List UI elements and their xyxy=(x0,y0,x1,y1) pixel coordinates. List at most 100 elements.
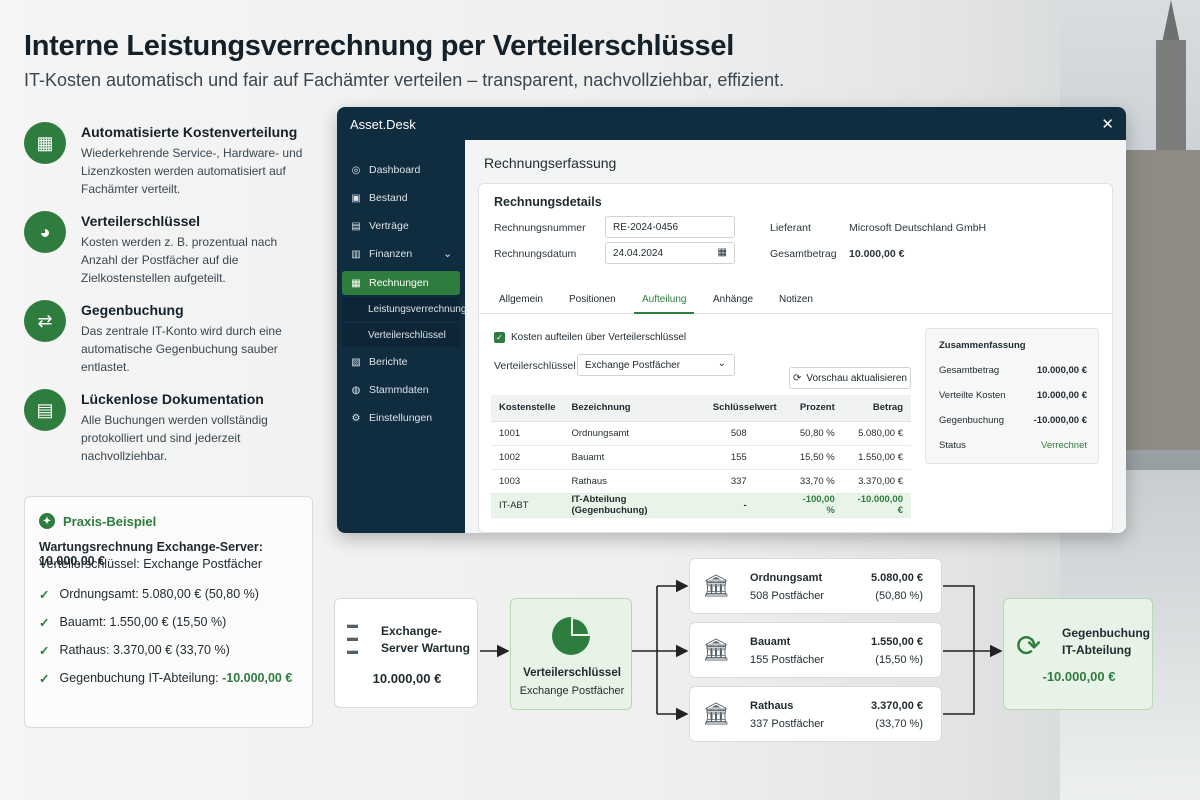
list-item: ✓ Ordnungsamt: 5.080,00 € (50,80 %) xyxy=(39,587,259,602)
calculator-icon: ▦ xyxy=(24,122,66,164)
checkbox-checked-icon[interactable]: ✓ xyxy=(494,332,505,343)
sidebar-item-finanzen[interactable]: ▥ Finanzen ⌄ xyxy=(342,242,460,266)
finance-icon: ▥ xyxy=(351,248,361,260)
building-icon: 🏛 xyxy=(702,637,730,662)
check-icon: ✓ xyxy=(39,616,50,630)
sidebar-item-bestand[interactable]: ▣ Bestand xyxy=(342,186,460,210)
flow-destination-amount: -10.000,00 € xyxy=(1042,669,1116,684)
summary-row: Gesamtbetrag 10.000,00 € xyxy=(939,365,1087,376)
sidebar-item-stammdaten[interactable]: ◍ Stammdaten xyxy=(342,378,460,402)
feature-automation: ▦ Automatisierte Kostenverteilung Wieder… xyxy=(24,122,314,202)
inventory-icon: ▣ xyxy=(351,192,361,204)
summary-row: Verteilte Kosten 10.000,00 € xyxy=(939,390,1087,401)
flow-key-title: Verteilerschlüssel xyxy=(523,667,621,679)
sidebar-subitem-leistungsverrechnung[interactable]: Leistungsverrechnung xyxy=(342,297,466,321)
list-item: ✓ Bauamt: 1.550,00 € (15,50 %) xyxy=(39,615,227,630)
flow-source-title: Exchange-Server Wartung xyxy=(381,624,470,655)
label-invoice-number: Rechnungsnummer xyxy=(494,222,586,234)
flow-source-amount: 10.000,00 € xyxy=(372,671,442,686)
total-value: 10.000,00 € xyxy=(849,248,905,260)
example-heading: Praxis-Beispiel xyxy=(63,513,157,529)
calendar-icon[interactable]: ▦ xyxy=(718,247,727,258)
report-icon: ▧ xyxy=(351,356,361,368)
example-line: Verteilerschlüssel: Exchange Postfächer xyxy=(39,557,263,571)
summary-title: Zusammenfassung xyxy=(939,340,1026,351)
label-supplier: Lieferant xyxy=(770,222,811,234)
table-row[interactable]: 1003 Rathaus 337 33,70 % 3.370,00 € xyxy=(491,469,911,494)
pie-chart-icon xyxy=(552,617,590,655)
swap-arrows-icon: ⇄ xyxy=(24,300,66,342)
title-bar: Asset.Desk ✕ xyxy=(337,107,1126,140)
building-icon: 🏛 xyxy=(702,573,730,598)
sidebar-item-berichte[interactable]: ▧ Berichte xyxy=(342,350,460,374)
allocation-table: Kostenstelle Bezeichnung Schlüsselwert P… xyxy=(491,395,911,518)
app-window: Asset.Desk ✕ ◎ Dashboard ▣ Bestand ▤ Verträ… xyxy=(337,107,1126,533)
feature-desc: Wiederkehrende Service-, Hardware- und L… xyxy=(81,146,303,196)
summary-panel: Zusammenfassung Gesamtbetrag 10.000,00 € … xyxy=(925,328,1099,464)
label-key: Verteilerschlüssel xyxy=(494,360,576,372)
key-select[interactable]: Exchange Postfächer ⌄ xyxy=(577,354,735,376)
sidebar-subitem-verteilerschluessel[interactable]: Verteilerschlüssel xyxy=(342,323,460,347)
sidebar-item-vertraege[interactable]: ▤ Verträge xyxy=(342,214,460,238)
column-header: Bezeichnung xyxy=(563,395,705,422)
dashboard-icon: ◎ xyxy=(351,164,361,176)
table-row-counter-booking[interactable]: IT-ABT IT-Abteilung (Gegenbuchung) - -100,0… xyxy=(491,493,911,518)
feature-title: Verteilerschlüssel xyxy=(81,213,201,229)
check-icon: ✓ xyxy=(39,644,50,658)
feature-desc: Das zentrale IT-Konto wird durch eine au… xyxy=(81,324,282,374)
flow-key-sub: Exchange Postfächer xyxy=(519,685,625,697)
flow-target-rathaus: 🏛 Rathaus 337 Postfächer 3.370,00 € (33,… xyxy=(689,686,942,742)
summary-row: Status Verrechnet xyxy=(939,440,1087,451)
page-subtitle: IT-Kosten automatisch und fair auf Fachä… xyxy=(24,70,785,90)
invoice-date-field[interactable]: 24.04.2024 ▦ xyxy=(605,242,735,264)
column-header: Prozent xyxy=(784,395,843,422)
sidebar-item-einstellungen[interactable]: ⚙ Einstellungen xyxy=(342,406,460,430)
table-row[interactable]: 1002 Bauamt 155 15,50 % 1.550,00 € xyxy=(491,445,911,470)
server-icon: ▬ ▬ ▬ xyxy=(347,619,358,657)
sidebar-item-dashboard[interactable]: ◎ Dashboard xyxy=(342,158,460,182)
feature-title: Gegenbuchung xyxy=(81,302,184,318)
badge-icon: ✦ xyxy=(39,513,55,529)
feature-counter-booking: ⇄ Gegenbuchung Das zentrale IT-Konto wir… xyxy=(24,300,314,380)
feature-documentation: ▤ Lückenlose Dokumentation Alle Buchunge… xyxy=(24,389,314,469)
sidebar: ◎ Dashboard ▣ Bestand ▤ Verträge ▥ Finanzen ⌄… xyxy=(337,140,466,533)
flow-target-bauamt: 🏛 Bauamt 155 Postfächer 1.550,00 € (15,5… xyxy=(689,622,942,678)
refresh-preview-button[interactable]: ⟳ Vorschau aktualisieren xyxy=(789,367,911,389)
flow-source-box: ▬ ▬ ▬ Exchange-Server Wartung 10.000,00 € xyxy=(334,598,478,708)
tab-aufteilung[interactable]: Aufteilung xyxy=(634,294,695,314)
page-title: Interne Leistungsverrechnung per Verteil… xyxy=(24,30,734,62)
column-header: Kostenstelle xyxy=(491,395,564,422)
invoice-number-field[interactable]: RE-2024-0456 xyxy=(605,216,735,238)
card-title: Rechnungsdetails xyxy=(494,195,602,209)
summary-row: Gegenbuchung -10.000,00 € xyxy=(939,415,1087,426)
pie-chart-icon: ◕ xyxy=(24,211,66,253)
close-icon[interactable]: ✕ xyxy=(1101,115,1114,133)
list-item: ✓ Gegenbuchung IT-Abteilung: -10.000,00 € xyxy=(39,671,293,686)
tab-anhaenge[interactable]: Anhänge xyxy=(713,294,753,305)
feature-key: ◕ Verteilerschlüssel Kosten werden z. B.… xyxy=(24,211,314,291)
refresh-icon: ⟳ xyxy=(792,372,802,384)
chevron-down-icon: ⌄ xyxy=(717,358,726,369)
split-checkbox[interactable]: ✓ Kosten aufteilen über Verteilerschlüsse… xyxy=(494,332,686,343)
invoice-card: Rechnungsdetails Rechnungsnummer RE-2024… xyxy=(478,183,1113,533)
status-badge: Verrechnet xyxy=(1041,440,1087,451)
feature-desc: Kosten werden z. B. prozentual nach Anza… xyxy=(81,235,278,285)
check-icon: ✓ xyxy=(39,672,50,686)
tab-notizen[interactable]: Notizen xyxy=(779,294,813,305)
supplier-value: Microsoft Deutschland GmbH xyxy=(849,222,987,234)
content-title: Rechnungserfassung xyxy=(484,155,617,171)
table-row[interactable]: 1001 Ordnungsamt 508 50,80 % 5.080,00 € xyxy=(491,421,911,446)
label-invoice-date: Rechnungsdatum xyxy=(494,248,577,260)
tab-allgemein[interactable]: Allgemein xyxy=(499,294,543,305)
invoice-icon: ▦ xyxy=(351,277,361,289)
tab-bar: Allgemein Positionen Aufteilung Anhänge … xyxy=(479,287,1112,314)
check-icon: ✓ xyxy=(39,588,50,602)
database-icon: ◍ xyxy=(351,384,361,396)
gear-icon: ⚙ xyxy=(351,412,361,424)
sidebar-item-rechnungen[interactable]: ▦ Rechnungen xyxy=(342,271,460,295)
chevron-down-icon: ⌄ xyxy=(443,248,452,260)
practice-example: ✦ Praxis-Beispiel Wartungsrechnung Exchan… xyxy=(24,496,313,728)
feature-title: Automatisierte Kostenverteilung xyxy=(81,124,298,140)
tab-positionen[interactable]: Positionen xyxy=(569,294,616,305)
app-name: Asset.Desk xyxy=(350,117,416,132)
